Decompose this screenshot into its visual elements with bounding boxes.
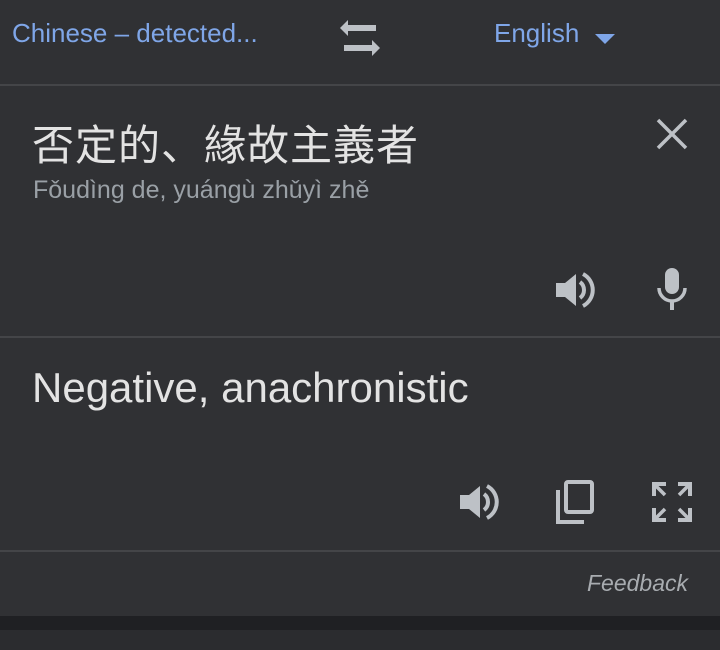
source-text[interactable]: 否定的、緣故主義者 <box>32 112 419 173</box>
target-language-selector[interactable]: English <box>494 18 616 58</box>
speaker-icon <box>460 484 499 520</box>
swap-languages-icon <box>340 20 380 56</box>
language-bar: Chinese – detected... English <box>0 0 720 86</box>
translation-panel: Negative, anachronistic <box>0 338 720 552</box>
listen-translation-button[interactable] <box>456 480 504 524</box>
translation-text: Negative, anachronistic <box>32 364 469 411</box>
microphone-button[interactable] <box>650 266 694 314</box>
clear-button[interactable] <box>650 112 694 156</box>
section-divider <box>0 616 720 630</box>
source-panel: 否定的、緣故主義者 Fǒudìng de, yuángù zhǔyì zhě <box>0 86 720 338</box>
swap-languages-button[interactable] <box>336 16 384 60</box>
fullscreen-button[interactable] <box>650 480 694 524</box>
copy-button[interactable] <box>554 478 596 526</box>
target-language-label: English <box>494 18 580 48</box>
romanization-text: Fǒudìng de, yuángù zhǔyì zhě <box>33 176 370 204</box>
close-icon <box>656 118 688 150</box>
caret-down-icon <box>595 34 616 44</box>
copy-icon <box>556 480 594 524</box>
bottom-panel-edge <box>0 630 720 650</box>
microphone-icon <box>657 268 687 310</box>
speaker-icon <box>556 272 595 308</box>
listen-source-button[interactable] <box>552 268 600 312</box>
source-language-selector[interactable]: Chinese – detected... <box>12 18 258 49</box>
feedback-row: Feedback <box>0 552 720 616</box>
feedback-link[interactable]: Feedback <box>587 570 688 597</box>
fullscreen-icon <box>652 482 692 522</box>
